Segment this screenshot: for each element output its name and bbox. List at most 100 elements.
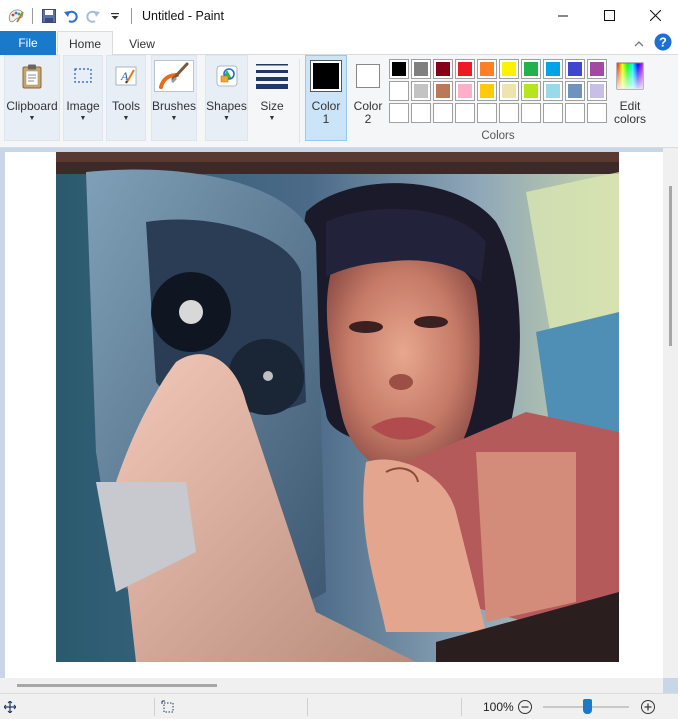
palette-swatch[interactable]: [389, 81, 409, 101]
palette-swatch[interactable]: [433, 81, 453, 101]
color2-button[interactable]: Color 2: [349, 55, 387, 141]
tools-label: Tools: [111, 99, 140, 113]
quick-access-toolbar: [0, 0, 138, 31]
color2-label-line1: Color: [353, 99, 383, 113]
palette-swatch[interactable]: [521, 59, 541, 79]
tab-home[interactable]: Home: [57, 31, 113, 56]
shapes-button[interactable]: Shapes ▼: [205, 55, 248, 141]
image-label: Image: [66, 99, 100, 113]
select-icon: [67, 60, 99, 92]
palette-swatch[interactable]: [389, 103, 409, 123]
palette-swatch[interactable]: [477, 59, 497, 79]
maximize-button[interactable]: [586, 0, 632, 31]
color1-button[interactable]: Color 1: [305, 55, 347, 141]
canvas-page[interactable]: [5, 152, 663, 683]
cursor-position-icon: [4, 694, 16, 719]
zoom-slider-thumb[interactable]: [583, 699, 592, 714]
brushes-label: Brushes: [151, 99, 197, 113]
toolbar-separator: [131, 7, 132, 24]
undo-icon[interactable]: [61, 6, 81, 26]
status-divider: [461, 698, 462, 716]
painted-selfie-image[interactable]: [56, 152, 619, 662]
color1-label-line1: Color: [311, 99, 341, 113]
color-spectrum-icon: [614, 60, 646, 92]
close-button[interactable]: [632, 0, 678, 31]
clipboard-button[interactable]: Clipboard ▼: [4, 55, 60, 141]
chevron-down-icon: ▼: [122, 115, 130, 122]
palette-swatch[interactable]: [543, 59, 563, 79]
help-icon[interactable]: ?: [654, 33, 672, 54]
palette-swatch[interactable]: [543, 81, 563, 101]
palette-swatch[interactable]: [477, 81, 497, 101]
chevron-down-icon: ▼: [170, 115, 178, 122]
palette-swatch[interactable]: [565, 81, 585, 101]
palette-swatch[interactable]: [411, 103, 431, 123]
palette-swatch[interactable]: [455, 81, 475, 101]
status-divider: [307, 698, 308, 716]
size-label: Size: [260, 99, 284, 113]
image-button[interactable]: Image ▼: [63, 55, 103, 141]
tools-button[interactable]: A Tools ▼: [106, 55, 146, 141]
size-button[interactable]: Size ▼: [252, 55, 292, 141]
chevron-down-icon: ▼: [223, 115, 230, 122]
color1-swatch: [310, 60, 342, 92]
tab-file[interactable]: File: [0, 31, 56, 55]
palette-swatch[interactable]: [411, 59, 431, 79]
palette-swatch[interactable]: [499, 81, 519, 101]
title-bar: Untitled - Paint: [0, 0, 678, 31]
vertical-scrollbar[interactable]: [663, 148, 678, 678]
edit-colors-label: Edit colors: [614, 100, 646, 126]
canvas-workspace: [0, 148, 678, 693]
palette-swatch[interactable]: [587, 59, 607, 79]
palette-swatch[interactable]: [521, 81, 541, 101]
palette-swatch[interactable]: [521, 103, 541, 123]
horizontal-scroll-thumb[interactable]: [17, 684, 217, 687]
color2-swatch: [352, 60, 384, 92]
palette-swatch[interactable]: [411, 81, 431, 101]
edit-colors-button[interactable]: Edit colors: [609, 55, 651, 141]
edit-colors-label-line1: Edit: [619, 99, 641, 113]
color2-label-line2: 2: [364, 112, 372, 126]
shapes-icon: [211, 60, 243, 92]
toolbar-separator: [32, 7, 33, 24]
tab-view[interactable]: View: [118, 31, 166, 56]
chevron-down-icon: ▼: [268, 115, 276, 122]
vertical-scroll-thumb[interactable]: [669, 186, 672, 346]
palette-swatch[interactable]: [565, 103, 585, 123]
palette-swatch[interactable]: [455, 103, 475, 123]
palette-swatch[interactable]: [433, 103, 453, 123]
window-title: Untitled - Paint: [142, 8, 224, 23]
palette-swatch[interactable]: [587, 81, 607, 101]
color2-label: Color 2: [354, 100, 383, 126]
zoom-level: 100%: [483, 699, 514, 714]
line-width-icon: [256, 60, 288, 92]
window-controls: [540, 0, 678, 31]
palette-swatch[interactable]: [565, 59, 585, 79]
zoom-out-button[interactable]: [517, 694, 533, 719]
customize-toolbar-icon[interactable]: [105, 6, 125, 26]
paint-app-icon[interactable]: [6, 6, 26, 26]
zoom-in-button[interactable]: [640, 694, 656, 719]
clipboard-icon: [16, 60, 48, 92]
palette-swatch[interactable]: [477, 103, 497, 123]
palette-swatch[interactable]: [543, 103, 563, 123]
collapse-ribbon-icon[interactable]: [634, 37, 644, 51]
redo-icon[interactable]: [83, 6, 103, 26]
colors-group-label: Colors: [481, 130, 515, 142]
palette-swatch[interactable]: [389, 59, 409, 79]
palette-swatch[interactable]: [433, 59, 453, 79]
save-icon[interactable]: [39, 6, 59, 26]
minimize-button[interactable]: [540, 0, 586, 31]
tools-icon: A: [110, 60, 142, 92]
palette-swatch[interactable]: [499, 59, 519, 79]
edit-colors-label-line2: colors: [613, 112, 646, 126]
status-divider: [154, 698, 155, 716]
status-bar: 100%: [0, 693, 678, 719]
brush-icon: [154, 60, 194, 92]
brushes-button[interactable]: Brushes ▼: [151, 55, 197, 141]
palette-swatch[interactable]: [587, 103, 607, 123]
clipboard-label: Clipboard: [6, 99, 58, 113]
palette-swatch[interactable]: [455, 59, 475, 79]
palette-swatch[interactable]: [499, 103, 519, 123]
horizontal-scrollbar[interactable]: [0, 678, 663, 693]
